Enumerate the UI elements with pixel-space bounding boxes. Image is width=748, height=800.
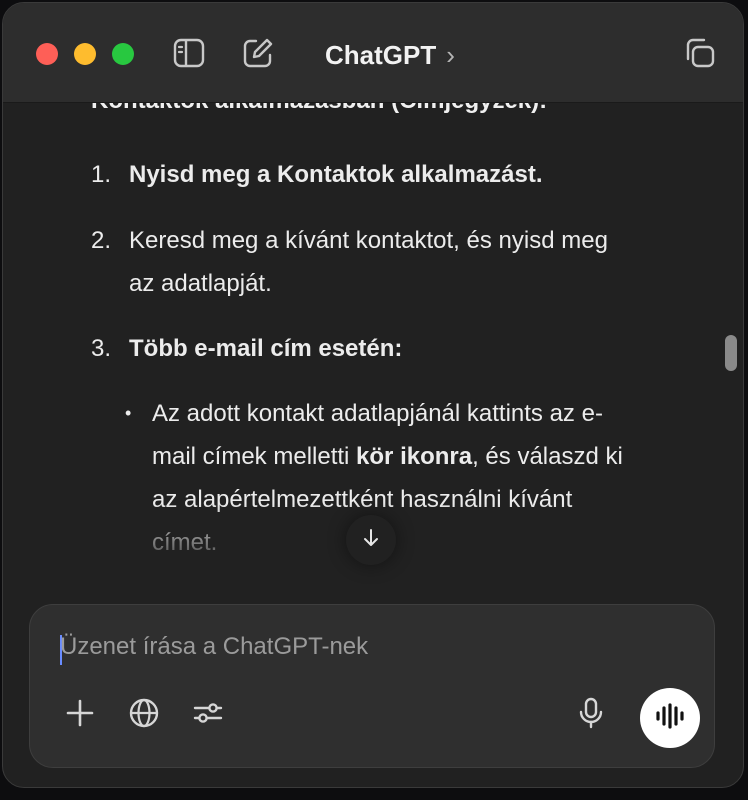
add-attachment-button[interactable] bbox=[62, 697, 98, 733]
arrow-down-icon bbox=[360, 527, 382, 554]
dictation-button[interactable] bbox=[573, 697, 609, 733]
list-item-text: Keresd meg a kívánt kontaktot, és nyisd … bbox=[129, 227, 608, 297]
scrollbar-thumb[interactable] bbox=[725, 335, 737, 371]
sidebar-toggle-button[interactable] bbox=[172, 38, 206, 72]
sidebar-toggle-icon bbox=[173, 38, 205, 73]
new-window-button[interactable] bbox=[682, 38, 716, 72]
new-chat-button[interactable] bbox=[241, 38, 275, 72]
plus-icon bbox=[65, 698, 95, 733]
zoom-window-button[interactable] bbox=[112, 43, 134, 65]
titlebar: ChatGPT › bbox=[3, 3, 743, 103]
message-composer: Üzenet írása a ChatGPT-nek bbox=[29, 604, 715, 768]
app-window: Kontaktok alkalmazásban (Címjegyzék): 1.… bbox=[2, 2, 744, 788]
minimize-window-button[interactable] bbox=[74, 43, 96, 65]
voice-waveform-icon bbox=[654, 702, 686, 735]
scroll-to-bottom-button[interactable] bbox=[346, 515, 396, 565]
bullet-text-bold: kör ikonra bbox=[356, 443, 473, 470]
list-number: 2. bbox=[91, 227, 112, 254]
list-item-text: Több e-mail cím esetén: bbox=[129, 335, 403, 362]
bullet-marker: • bbox=[125, 403, 132, 423]
model-selector[interactable]: ChatGPT › bbox=[325, 39, 455, 71]
microphone-icon bbox=[576, 697, 606, 734]
web-search-button[interactable] bbox=[126, 697, 162, 733]
tools-button[interactable] bbox=[190, 697, 226, 733]
globe-icon bbox=[128, 697, 160, 734]
sliders-icon bbox=[192, 697, 224, 734]
new-window-icon bbox=[682, 37, 716, 74]
list-item-text: Nyisd meg a Kontaktok alkalmazást. bbox=[129, 161, 543, 188]
new-chat-icon bbox=[242, 37, 274, 74]
list-number: 1. bbox=[91, 161, 112, 188]
message-input[interactable]: Üzenet írása a ChatGPT-nek bbox=[60, 633, 680, 669]
close-window-button[interactable] bbox=[36, 43, 58, 65]
model-name: ChatGPT bbox=[325, 39, 437, 70]
chevron-right-icon: › bbox=[446, 39, 455, 70]
list-number: 3. bbox=[91, 335, 112, 362]
voice-mode-button[interactable] bbox=[640, 688, 700, 748]
